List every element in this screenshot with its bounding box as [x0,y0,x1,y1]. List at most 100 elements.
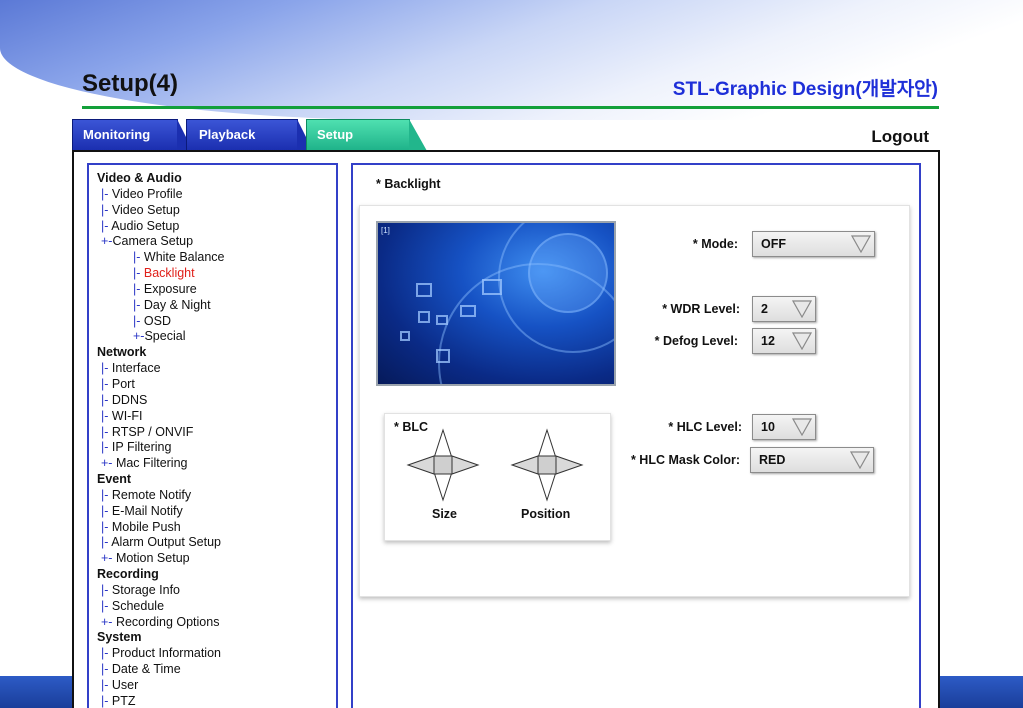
sidebar-item-label: Mobile Push [111,519,181,534]
tab-playback[interactable]: Playback [186,119,298,151]
sidebar-item-product-information[interactable]: |- Product Information [97,646,336,662]
tree-connector: |- [101,519,112,534]
sidebar-item-date-time[interactable]: |- Date & Time [97,662,336,678]
sidebar-item-audio-setup[interactable]: |- Audio Setup [97,219,336,235]
brand-title: STL-Graphic Design(개발자안) [672,79,938,100]
hlc-level-select[interactable]: 10 [752,414,816,440]
sidebar-item-video-setup[interactable]: |- Video Setup [97,203,336,219]
tree-connector: |- [101,408,112,423]
sidebar-item-storage-info[interactable]: |- Storage Info [97,583,336,599]
sidebar-item-interface[interactable]: |- Interface [97,361,336,377]
sidebar-item-recording-options[interactable]: +- Recording Options [97,615,336,631]
sidebar-section-video-audio: Video & Audio [97,171,336,187]
tree-connector: |- [101,678,112,692]
sidebar-item-special[interactable]: +-Special [97,329,336,345]
sidebar-item-label: Camera Setup [112,234,194,249]
blc-position-label: Position [521,507,571,521]
preview-channel-label: [1] [381,226,390,235]
hlc-level-label: * HLC Level: [668,420,742,434]
tree-connector: |- [101,503,112,518]
sidebar-item-label: DDNS [111,392,148,407]
defog-level-label: * Defog Level: [654,334,738,348]
chevron-down-icon [792,418,812,436]
wdr-level-select[interactable]: 2 [752,296,816,322]
sidebar-item-alarm-output-setup[interactable]: |- Alarm Output Setup [97,535,336,551]
wdr-level-label: * WDR Level: [662,302,740,316]
tab-setup[interactable]: Setup [306,119,410,151]
sidebar-item-exposure[interactable]: |- Exposure [97,282,336,298]
tree-connector: |- [101,218,112,233]
sidebar-item-white-balance[interactable]: |- White Balance [97,250,336,266]
sidebar-item-label: Remote Notify [111,487,192,502]
sidebar-item-osd[interactable]: |- OSD [97,314,336,330]
sidebar-item-label: Network [97,345,147,360]
preview-decor-square [400,331,410,341]
sidebar-item-mobile-push[interactable]: |- Mobile Push [97,520,336,536]
sidebar-item-ip-filtering[interactable]: |- IP Filtering [97,440,336,456]
tree-connector: |- [101,487,112,502]
preview-decor-square [418,311,430,323]
blc-size-pad-icon[interactable] [406,428,480,502]
sidebar-item-day-night[interactable]: |- Day & Night [97,298,336,314]
sidebar-item-port[interactable]: |- Port [97,377,336,393]
preview-globe [528,233,608,313]
sidebar-item-user[interactable]: |- User [97,678,336,694]
preview-decor-square [460,305,476,317]
tree-connector: |- [133,281,144,296]
hlc-mask-color-label: * HLC Mask Color: [630,453,740,467]
sidebar-item-ptz[interactable]: |- PTZ [97,694,336,708]
sidebar-item-backlight[interactable]: |- Backlight [97,266,336,282]
sidebar-item-label: Mac Filtering [115,456,188,471]
tree-connector: +- [101,551,116,566]
tab-monitoring[interactable]: Monitoring [72,119,178,151]
sidebar-item-label: Special [144,329,186,344]
sidebar-item-label: System [97,630,142,645]
sidebar-item-label: OSD [143,313,171,328]
sidebar-item-label: WI-FI [111,408,143,423]
tree-connector: |- [101,424,112,439]
sidebar-item-label: PTZ [111,693,136,708]
sidebar-item-label: White Balance [143,250,225,265]
sidebar-item-motion-setup[interactable]: +- Motion Setup [97,551,336,567]
tree-connector: +- [101,614,116,629]
sidebar-item-video-profile[interactable]: |- Video Profile [97,187,336,203]
sidebar-item-mac-filtering[interactable]: +- Mac Filtering [97,456,336,472]
sidebar-item-label: Date & Time [111,662,181,677]
sidebar-item-camera-setup[interactable]: +-Camera Setup [97,234,336,250]
blc-position-pad-icon[interactable] [510,428,584,502]
sidebar-item-label: Product Information [111,646,221,661]
defog-level-select[interactable]: 12 [752,328,816,354]
hlc-level-value: 10 [761,420,775,434]
sidebar-item-label: Event [97,472,132,487]
tree-connector: |- [101,693,112,708]
tree-connector: |- [133,297,144,312]
sidebar-section-system: System [97,630,336,646]
mode-select[interactable]: OFF [752,231,875,257]
sidebar-item-e-mail-notify[interactable]: |- E-Mail Notify [97,504,336,520]
tree-connector: +- [101,456,116,471]
sidebar-item-schedule[interactable]: |- Schedule [97,599,336,615]
tree-connector: |- [101,376,112,391]
sidebar-item-ddns[interactable]: |- DDNS [97,393,336,409]
blc-size-label: Size [432,507,458,521]
sidebar-item-label: Video Profile [111,186,183,201]
sidebar-item-label: Port [111,376,135,391]
tree-connector: |- [101,361,112,376]
sidebar-item-remote-notify[interactable]: |- Remote Notify [97,488,336,504]
sidebar-item-label: Storage Info [111,582,180,597]
chevron-down-icon [850,451,870,469]
sidebar-item-wi-fi[interactable]: |- WI-FI [97,409,336,425]
sidebar-item-label: Day & Night [143,297,211,312]
tree-connector: |- [101,535,112,550]
preview-decor-square [416,283,432,297]
sidebar-item-label: Backlight [143,266,195,281]
logout-link[interactable]: Logout [871,127,929,147]
section-heading: * Backlight [376,177,441,191]
title-divider [82,106,939,109]
sidebar-item-rtsp-onvif[interactable]: |- RTSP / ONVIF [97,425,336,441]
tree-connector: |- [101,202,112,217]
camera-preview-image: [1] [376,221,616,386]
hlc-mask-color-select[interactable]: RED [750,447,874,473]
mode-label: * Mode: [692,237,738,251]
tree-connector: +- [133,329,145,344]
